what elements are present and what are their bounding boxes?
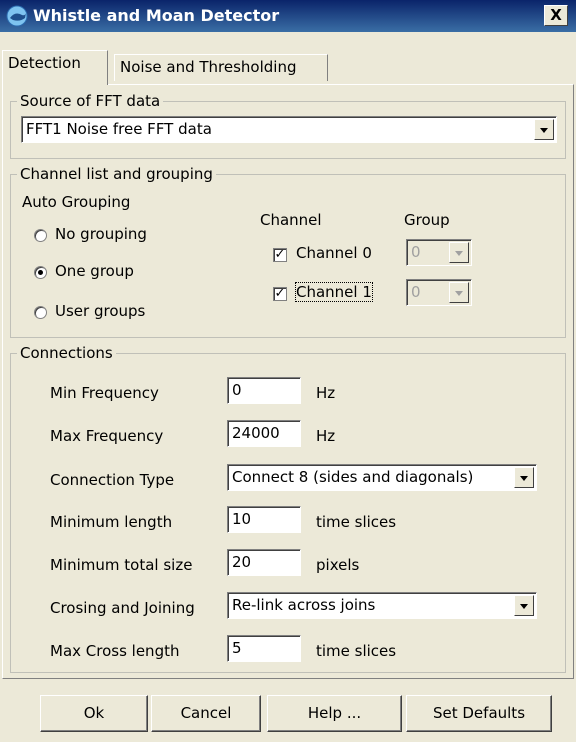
max-cross-length-input[interactable]: 5	[227, 635, 301, 662]
tab-strip: Detection Noise and Thresholding	[0, 48, 576, 85]
title-bar: Whistle and Moan Detector X	[0, 0, 576, 32]
radio-no-grouping[interactable]	[34, 229, 47, 242]
ok-button[interactable]: Ok	[40, 695, 148, 732]
max-frequency-unit: Hz	[316, 427, 336, 445]
fft-source-legend: Source of FFT data	[17, 92, 164, 110]
fft-source-value: FFT1 Noise free FFT data	[26, 120, 212, 138]
whale-app-icon	[6, 5, 28, 27]
channel-0-checkbox[interactable]: ✓	[273, 248, 287, 262]
minimum-length-unit: time slices	[316, 513, 397, 531]
minimum-length-label: Minimum length	[50, 513, 173, 531]
crossing-joining-label: Crosing and Joining	[50, 599, 195, 617]
min-frequency-label: Min Frequency	[50, 384, 159, 402]
connection-type-select[interactable]: Connect 8 (sides and diagonals)	[227, 464, 537, 491]
user-groups-label[interactable]: User groups	[55, 302, 145, 320]
channel-grouping-legend: Channel list and grouping	[17, 165, 216, 183]
connection-type-label: Connection Type	[50, 471, 175, 489]
set-defaults-button[interactable]: Set Defaults	[406, 695, 552, 732]
help-button[interactable]: Help ...	[267, 695, 402, 732]
connections-legend: Connections	[17, 344, 116, 362]
connection-type-value: Connect 8 (sides and diagonals)	[232, 468, 474, 486]
fft-source-select[interactable]: FFT1 Noise free FFT data	[21, 116, 557, 143]
channel-1-group-value: 0	[411, 283, 421, 301]
chevron-down-icon[interactable]	[449, 242, 469, 263]
auto-grouping-label: Auto Grouping	[22, 193, 131, 211]
radio-one-group[interactable]	[34, 266, 47, 279]
no-grouping-label[interactable]: No grouping	[55, 225, 147, 243]
minimum-total-size-label: Minimum total size	[50, 556, 193, 574]
crossing-joining-select[interactable]: Re-link across joins	[227, 592, 537, 619]
channel-0-group-select[interactable]: 0	[406, 239, 472, 266]
max-cross-length-unit: time slices	[316, 642, 397, 660]
radio-user-groups[interactable]	[34, 306, 47, 319]
channel-column-header: Channel	[260, 211, 322, 229]
crossing-joining-value: Re-link across joins	[232, 596, 376, 614]
channel-1-checkbox[interactable]: ✓	[273, 287, 287, 301]
max-frequency-label: Max Frequency	[50, 427, 164, 445]
tab-noise-and-thresholding[interactable]: Noise and Thresholding	[114, 54, 328, 81]
group-column-header: Group	[404, 211, 450, 229]
minimum-total-size-input[interactable]: 20	[227, 549, 301, 576]
cancel-button[interactable]: Cancel	[151, 695, 261, 732]
minimum-total-size-unit: pixels	[316, 556, 360, 574]
tab-detection[interactable]: Detection	[2, 50, 108, 85]
max-cross-length-label: Max Cross length	[50, 642, 180, 660]
min-frequency-unit: Hz	[316, 384, 336, 402]
close-button[interactable]: X	[544, 5, 568, 26]
minimum-length-input[interactable]: 10	[227, 506, 301, 533]
one-group-label[interactable]: One group	[55, 262, 134, 280]
channel-1-group-select[interactable]: 0	[406, 279, 472, 306]
max-frequency-input[interactable]: 24000	[227, 420, 301, 447]
window-title: Whistle and Moan Detector	[33, 6, 280, 25]
chevron-down-icon[interactable]	[514, 467, 534, 488]
channel-1-label[interactable]: Channel 1	[295, 282, 373, 302]
channel-0-group-value: 0	[411, 243, 421, 261]
chevron-down-icon[interactable]	[514, 595, 534, 616]
min-frequency-input[interactable]: 0	[227, 377, 301, 404]
chevron-down-icon[interactable]	[534, 119, 554, 140]
chevron-down-icon[interactable]	[449, 282, 469, 303]
channel-0-label[interactable]: Channel 0	[296, 244, 372, 262]
